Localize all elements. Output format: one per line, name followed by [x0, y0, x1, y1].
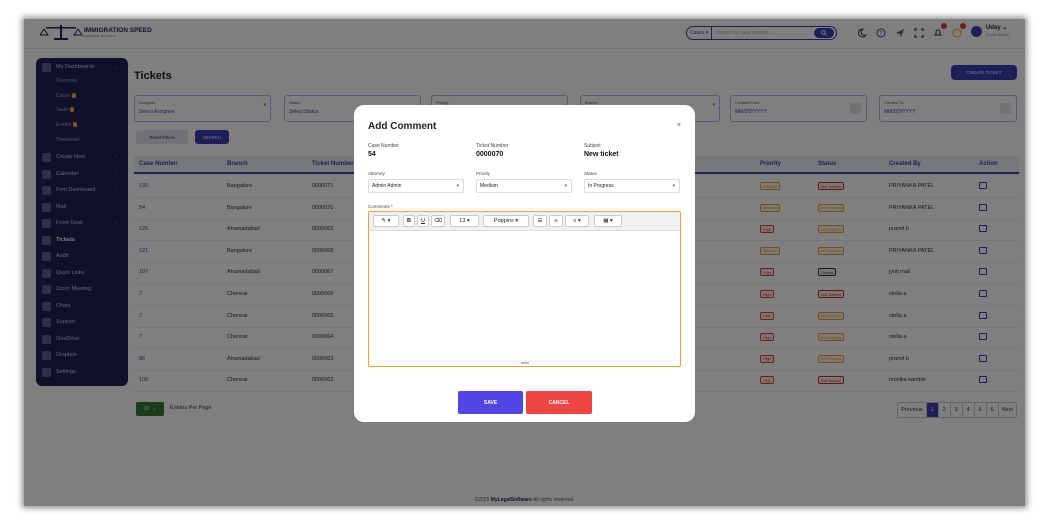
add-comment-modal: Add Comment × Case Number 54 Ticket Numb…: [354, 105, 695, 422]
editor-toolbar: ✎ ▾ B U ⌫ 13 ▾ Poppins ▾ ☰ ≡ ≡ ▾ ▦ ▾: [369, 212, 680, 231]
bullet-list-icon[interactable]: ☰: [533, 215, 547, 227]
close-icon[interactable]: ×: [677, 122, 681, 129]
chevron-down-icon: ▾: [456, 183, 459, 189]
eraser-icon[interactable]: ⌫: [431, 215, 445, 227]
status-select[interactable]: In Progress ▾: [584, 179, 680, 193]
case-number-label: Case Number: [368, 143, 399, 149]
font-family-select[interactable]: Poppins ▾: [483, 215, 529, 227]
case-number-value: 54: [368, 151, 376, 158]
status-value: In Progress: [588, 183, 614, 189]
attorney-label: Attorney: [368, 171, 385, 176]
chevron-down-icon: ▾: [564, 183, 567, 189]
subject-label: Subject: [584, 143, 601, 149]
ticket-number-label: Ticket Number: [476, 143, 509, 149]
status-label: Status: [584, 171, 597, 176]
attorney-select[interactable]: Admin Admin ▾: [368, 179, 464, 193]
cancel-button[interactable]: CANCEL: [526, 391, 592, 414]
font-size-value: 13: [459, 218, 466, 224]
save-button[interactable]: SAVE: [458, 391, 523, 414]
comment-editor[interactable]: ✎ ▾ B U ⌫ 13 ▾ Poppins ▾ ☰ ≡ ≡ ▾ ▦ ▾: [368, 211, 681, 367]
subject-value: New ticket: [584, 151, 619, 158]
ticket-number-value: 0000070: [476, 151, 504, 158]
bold-button[interactable]: B: [403, 215, 415, 227]
comments-label: Comments *: [368, 204, 393, 209]
font-size-select[interactable]: 13 ▾: [450, 215, 479, 227]
priority-value: Medium: [480, 183, 498, 189]
editor-resize-handle[interactable]: [521, 362, 529, 364]
app-window: IMMIGRATION SPEED POWERED BY MYLS Cases …: [24, 19, 1025, 506]
font-family-value: Poppins: [493, 218, 514, 224]
attorney-value: Admin Admin: [372, 183, 402, 189]
numbered-list-icon[interactable]: ≡: [549, 215, 563, 227]
magic-wand-icon[interactable]: ✎ ▾: [373, 215, 399, 227]
priority-label: Priority: [476, 171, 491, 176]
chevron-down-icon: ▾: [672, 183, 675, 189]
underline-button[interactable]: U: [417, 215, 429, 227]
align-icon[interactable]: ≡ ▾: [565, 215, 589, 227]
modal-title: Add Comment: [368, 121, 437, 132]
priority-select[interactable]: Medium ▾: [476, 179, 572, 193]
table-icon[interactable]: ▦ ▾: [594, 215, 622, 227]
